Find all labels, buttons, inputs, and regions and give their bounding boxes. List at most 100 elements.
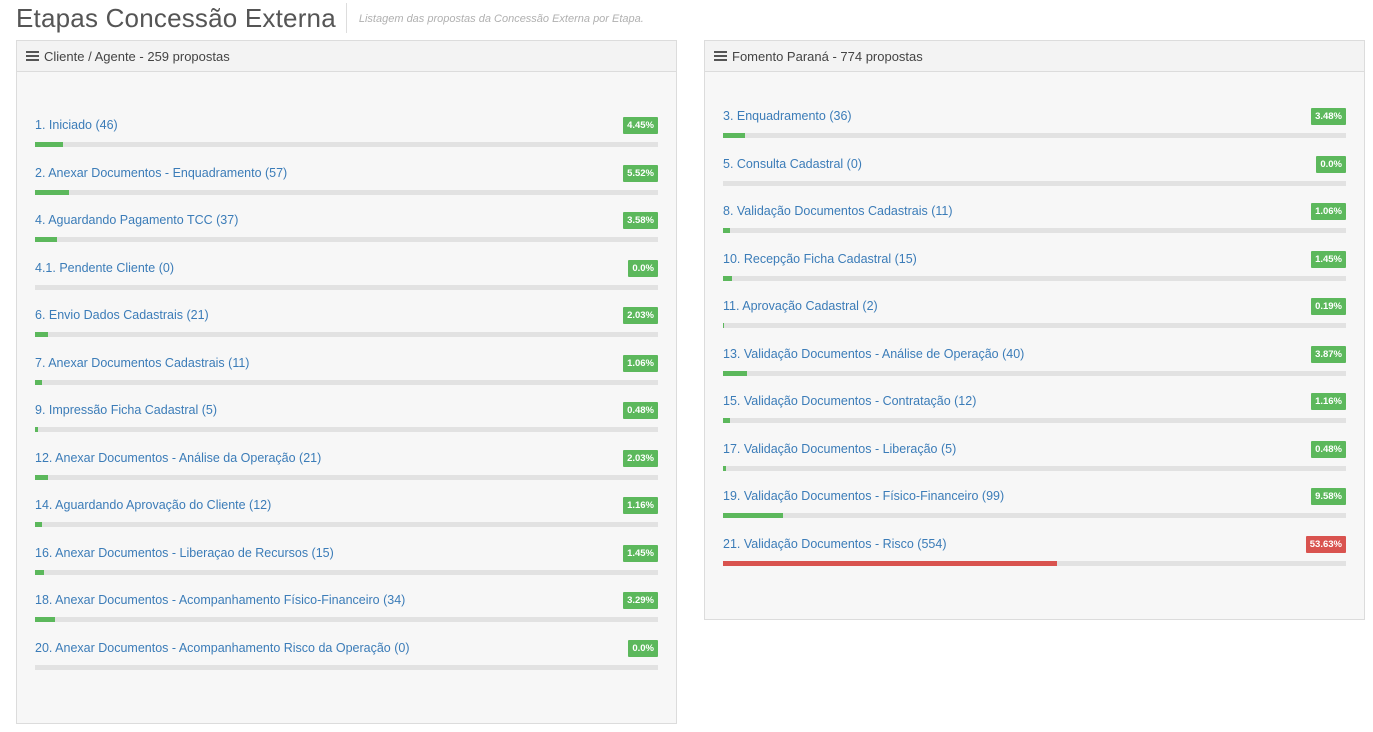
stage-link[interactable]: 13. Validação Documentos - Análise de Op…	[723, 347, 1024, 361]
stage-row: 2. Anexar Documentos - Enquadramento (57…	[35, 164, 658, 213]
progress-bar	[35, 522, 658, 527]
percent-badge: 1.16%	[1311, 393, 1346, 410]
percent-badge: 2.03%	[623, 307, 658, 324]
stage-row: 11. Aprovação Cadastral (2) 0.19%	[723, 298, 1346, 346]
progress-bar	[723, 418, 1346, 423]
percent-badge: 2.03%	[623, 449, 658, 467]
stage-link[interactable]: 14. Aguardando Aprovação do Cliente (12)	[35, 498, 271, 512]
progress-fill	[723, 228, 730, 233]
stage-row: 4.1. Pendente Cliente (0) 0.0%	[35, 259, 658, 308]
progress-bar	[723, 323, 1346, 328]
progress-bar	[35, 237, 658, 242]
page-header: Etapas Concessão Externa Listagem das pr…	[16, 2, 644, 34]
progress-bar	[723, 228, 1346, 233]
stage-link[interactable]: 15. Validação Documentos - Contratação (…	[723, 394, 976, 408]
stage-row: 13. Validação Documentos - Análise de Op…	[723, 345, 1346, 394]
progress-bar	[723, 513, 1346, 518]
panel-fomento-parana: Fomento Paraná - 774 propostas 3. Enquad…	[704, 40, 1365, 620]
list-icon	[26, 51, 39, 61]
stage-link[interactable]: 7. Anexar Documentos Cadastrais (11)	[35, 356, 249, 370]
percent-badge: 9.58%	[1311, 488, 1346, 505]
stage-row: 14. Aguardando Aprovação do Cliente (12)…	[35, 497, 658, 545]
stage-link[interactable]: 1. Iniciado (46)	[35, 118, 118, 132]
progress-fill	[35, 332, 48, 337]
stage-row: 9. Impressão Ficha Cadastral (5) 0.48%	[35, 402, 658, 450]
stage-list: 1. Iniciado (46) 4.45% 2. Anexar Documento…	[35, 117, 658, 687]
stage-row: 6. Envio Dados Cadastrais (21) 2.03%	[35, 307, 658, 355]
progress-fill	[723, 370, 748, 376]
stage-row: 8. Validação Documentos Cadastrais (11) 1…	[723, 203, 1346, 251]
stage-row: 18. Anexar Documentos - Acompanhamento F…	[35, 592, 658, 640]
percent-badge: 1.45%	[623, 544, 658, 562]
progress-fill	[35, 617, 56, 622]
stage-link[interactable]: 20. Anexar Documentos - Acompanhamento R…	[35, 641, 410, 655]
stage-row: 16. Anexar Documentos - Liberaçao de Rec…	[35, 544, 658, 593]
progress-fill	[35, 427, 38, 432]
stage-row: 19. Validação Documentos - Físico-Financ…	[723, 488, 1346, 536]
percent-badge: 1.16%	[623, 497, 658, 514]
panel-title: Fomento Paraná - 774 propostas	[732, 48, 923, 64]
stage-link[interactable]: 5. Consulta Cadastral (0)	[723, 157, 862, 171]
stage-row: 1. Iniciado (46) 4.45%	[35, 117, 658, 165]
stage-link[interactable]: 17. Validação Documentos - Liberação (5)	[723, 442, 956, 456]
progress-fill	[35, 569, 45, 575]
progress-bar	[35, 142, 658, 147]
percent-badge: 0.0%	[1316, 155, 1346, 173]
stage-link[interactable]: 9. Impressão Ficha Cadastral (5)	[35, 403, 217, 417]
stage-row: 15. Validação Documentos - Contratação (…	[723, 393, 1346, 441]
stage-link[interactable]: 16. Anexar Documentos - Liberaçao de Rec…	[35, 546, 334, 560]
percent-badge: 0.0%	[628, 259, 658, 277]
page-title: Etapas Concessão Externa	[16, 2, 336, 33]
stage-link[interactable]: 6. Envio Dados Cadastrais (21)	[35, 308, 209, 322]
percent-badge: 3.29%	[623, 592, 658, 609]
progress-bar	[35, 284, 658, 290]
progress-fill	[35, 189, 70, 195]
stage-link[interactable]: 3. Enquadramento (36)	[723, 109, 852, 123]
stage-link[interactable]: 19. Validação Documentos - Físico-Financ…	[723, 489, 1004, 503]
progress-fill	[723, 513, 783, 518]
stage-link[interactable]: 18. Anexar Documentos - Acompanhamento F…	[35, 593, 405, 607]
stage-link[interactable]: 8. Validação Documentos Cadastrais (11)	[723, 204, 953, 218]
progress-fill	[723, 275, 733, 281]
stage-link[interactable]: 10. Recepção Ficha Cadastral (15)	[723, 252, 917, 266]
percent-badge: 1.06%	[1311, 203, 1346, 220]
percent-badge: 3.87%	[1311, 345, 1346, 363]
percent-badge: 0.19%	[1311, 298, 1346, 315]
progress-bar	[723, 133, 1346, 138]
progress-fill	[723, 465, 726, 471]
percent-badge: 3.48%	[1311, 108, 1346, 125]
stage-link[interactable]: 11. Aprovação Cadastral (2)	[723, 299, 878, 313]
progress-bar	[723, 370, 1346, 376]
progress-bar	[35, 189, 658, 195]
progress-fill	[723, 323, 725, 328]
page-subtitle: Listagem das propostas da Concessão Exte…	[358, 13, 644, 25]
percent-badge: 1.45%	[1311, 250, 1346, 268]
stage-row: 20. Anexar Documentos - Acompanhamento R…	[35, 639, 658, 688]
progress-fill	[35, 142, 63, 147]
stage-link[interactable]: 4. Aguardando Pagamento TCC (37)	[35, 213, 238, 227]
progress-bar	[35, 474, 658, 480]
progress-bar	[723, 560, 1346, 566]
stage-row: 4. Aguardando Pagamento TCC (37) 3.58%	[35, 212, 658, 260]
progress-bar	[35, 664, 658, 670]
percent-badge: 1.06%	[623, 354, 658, 372]
progress-bar	[35, 379, 658, 385]
percent-badge: 3.58%	[623, 212, 658, 229]
percent-badge: 0.48%	[623, 402, 658, 419]
stage-link[interactable]: 4.1. Pendente Cliente (0)	[35, 261, 174, 275]
progress-fill	[723, 418, 731, 423]
progress-bar	[723, 180, 1346, 186]
progress-fill	[35, 522, 43, 527]
panel-heading: Fomento Paraná - 774 propostas	[705, 41, 1364, 72]
progress-fill	[35, 237, 58, 242]
percent-badge: 0.48%	[1311, 440, 1346, 458]
stage-row: 17. Validação Documentos - Liberação (5)…	[723, 440, 1346, 489]
header-divider	[345, 3, 347, 33]
stage-row: 3. Enquadramento (36) 3.48%	[723, 108, 1346, 156]
progress-bar	[723, 465, 1346, 471]
panel-cliente-agente: Cliente / Agente - 259 propostas 1. Inic…	[16, 40, 677, 724]
stage-link[interactable]: 2. Anexar Documentos - Enquadramento (57…	[35, 166, 287, 180]
stage-link[interactable]: 21. Validação Documentos - Risco (554)	[723, 537, 947, 551]
stage-link[interactable]: 12. Anexar Documentos - Análise da Opera…	[35, 451, 321, 465]
progress-fill	[723, 133, 745, 138]
